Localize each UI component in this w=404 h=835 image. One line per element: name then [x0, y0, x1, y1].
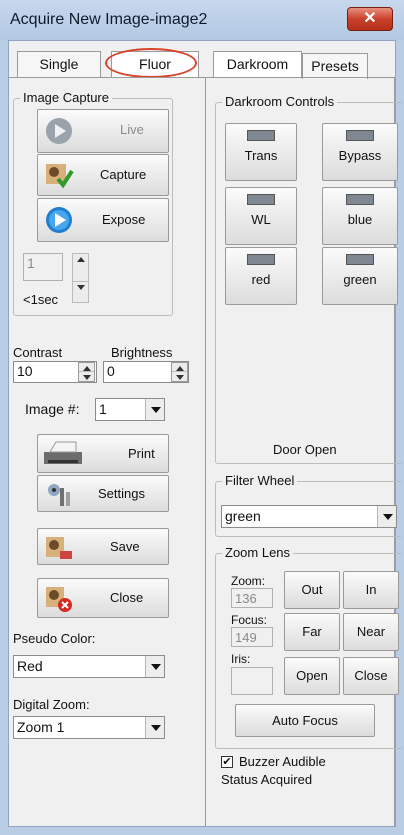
zoom-label: Zoom: — [231, 574, 266, 588]
digital-zoom-label: Digital Zoom: — [13, 697, 90, 712]
focus-far-button[interactable]: Far — [284, 613, 340, 651]
red-button[interactable]: red — [225, 247, 297, 305]
pseudo-color-select[interactable]: Red — [13, 655, 165, 678]
down-arrow-icon — [73, 282, 88, 292]
darkroom-controls-title: Darkroom Controls — [222, 94, 338, 109]
image-number-select[interactable]: 1 — [95, 398, 165, 421]
exposure-time-field[interactable]: 1 — [23, 253, 63, 281]
expose-button[interactable]: Expose — [37, 198, 169, 242]
save-icon — [46, 537, 72, 559]
close-label: Close — [110, 590, 144, 605]
contrast-spinner[interactable] — [78, 362, 95, 382]
window-close-button[interactable]: ✕ — [347, 7, 393, 31]
digital-zoom-select[interactable]: Zoom 1 — [13, 716, 165, 739]
play-icon — [46, 118, 72, 144]
focus-label: Focus: — [231, 613, 268, 627]
buzzer-checkbox[interactable]: ✔ — [221, 756, 233, 768]
trans-button[interactable]: Trans — [225, 123, 297, 181]
down-arrow-icon — [79, 372, 94, 381]
tab-presets[interactable]: Presets — [302, 53, 368, 79]
indicator-icon — [247, 194, 275, 205]
expose-label: Expose — [102, 212, 146, 227]
window-frame: Acquire New Image-image2 ✕ Single Fluor … — [0, 0, 404, 835]
image-number-value: 1 — [99, 401, 107, 417]
save-label: Save — [110, 539, 140, 554]
buzzer-label: Buzzer Audible — [239, 754, 326, 769]
save-button[interactable]: Save — [37, 528, 169, 565]
down-arrow-icon — [172, 372, 187, 381]
brightness-label: Brightness — [111, 345, 173, 360]
image-capture-title: Image Capture — [20, 90, 112, 105]
settings-label: Settings — [98, 486, 145, 501]
iris-close-button[interactable]: Close — [343, 657, 399, 695]
wl-label: WL — [251, 212, 271, 227]
chevron-down-icon — [145, 717, 164, 738]
status-text: Status Acquired — [221, 772, 313, 787]
highlight-ellipse — [105, 48, 197, 78]
exposure-down-button[interactable] — [72, 281, 89, 303]
settings-icon — [48, 484, 70, 506]
filter-wheel-value: green — [225, 508, 261, 524]
live-button[interactable]: Live — [37, 109, 169, 153]
trans-label: Trans — [244, 148, 278, 163]
bypass-button[interactable]: Bypass — [322, 123, 398, 181]
blue-label: blue — [347, 212, 373, 227]
auto-focus-button[interactable]: Auto Focus — [235, 704, 375, 737]
zoom-out-button[interactable]: Out — [284, 571, 340, 609]
pseudo-color-value: Red — [17, 658, 43, 674]
pseudo-color-label: Pseudo Color: — [13, 631, 96, 646]
iris-open-button[interactable]: Open — [284, 657, 340, 695]
indicator-icon — [346, 130, 374, 141]
play-icon — [46, 207, 72, 233]
filter-wheel-select[interactable]: green — [221, 505, 397, 528]
red-label: red — [251, 272, 271, 287]
green-button[interactable]: green — [322, 247, 398, 305]
tab-darkroom[interactable]: Darkroom — [213, 51, 302, 77]
exposure-unit-label: <1sec — [23, 292, 59, 307]
print-label: Print — [128, 446, 155, 461]
tab-single[interactable]: Single — [17, 51, 101, 77]
blue-button[interactable]: blue — [322, 187, 398, 245]
capture-label: Capture — [100, 167, 147, 182]
contrast-label: Contrast — [13, 345, 63, 360]
print-button[interactable]: Print — [37, 434, 169, 473]
live-label: Live — [120, 122, 144, 137]
title-bar: Acquire New Image-image2 ✕ — [0, 0, 404, 40]
printer-icon — [44, 441, 82, 464]
up-arrow-icon — [73, 254, 88, 269]
image-number-label: Image #: — [25, 401, 80, 417]
indicator-icon — [346, 254, 374, 265]
dialog-body: Single Fluor Darkroom Presets Image Capt… — [8, 40, 403, 827]
indicator-icon — [346, 194, 374, 205]
close-button[interactable]: Close — [37, 578, 169, 618]
chevron-down-icon — [145, 399, 164, 420]
zoom-lens-title: Zoom Lens — [222, 545, 294, 560]
iris-label: Iris: — [231, 652, 251, 666]
zoom-in-button[interactable]: In — [343, 571, 399, 609]
focus-value-field: 149 — [231, 627, 273, 647]
settings-button[interactable]: Settings — [37, 475, 169, 512]
zoom-value-field: 136 — [231, 588, 273, 608]
up-arrow-icon — [172, 363, 187, 372]
bypass-label: Bypass — [338, 148, 382, 163]
chevron-down-icon — [377, 506, 396, 527]
indicator-icon — [247, 130, 275, 141]
chevron-down-icon — [145, 656, 164, 677]
door-status: Door Open — [273, 442, 337, 457]
window-title: Acquire New Image-image2 — [10, 11, 208, 28]
digital-zoom-value: Zoom 1 — [17, 719, 65, 735]
capture-button[interactable]: Capture — [37, 154, 169, 196]
focus-near-button[interactable]: Near — [343, 613, 399, 651]
indicator-icon — [247, 254, 275, 265]
brightness-spinner[interactable] — [171, 362, 188, 382]
green-label: green — [343, 272, 377, 287]
close-icon — [46, 587, 72, 612]
wl-button[interactable]: WL — [225, 187, 297, 245]
iris-value-field — [231, 667, 273, 695]
filter-wheel-title: Filter Wheel — [222, 473, 298, 488]
capture-icon — [46, 164, 74, 189]
up-arrow-icon — [79, 363, 94, 372]
